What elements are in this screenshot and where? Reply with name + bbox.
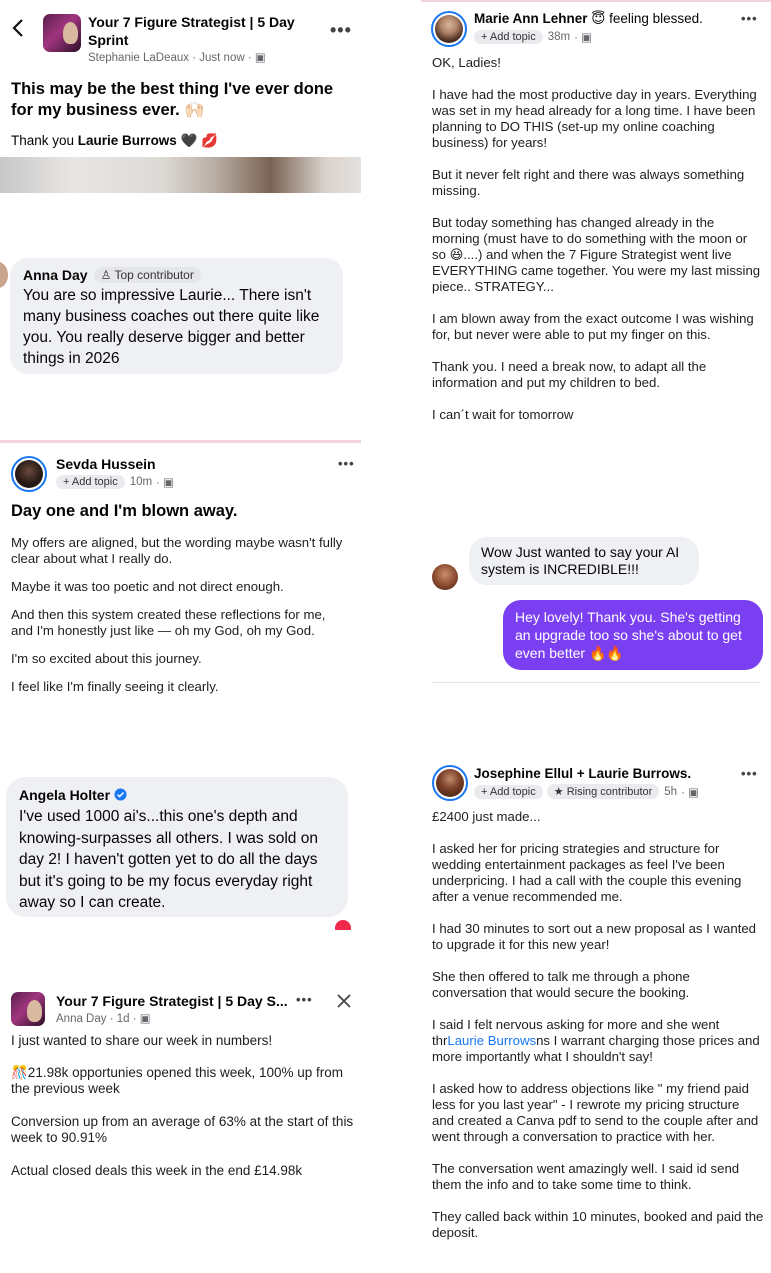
group-title[interactable]: Your 7 Figure Strategist | 5 Day Sprint — [88, 13, 318, 49]
chat-panel: Wow Just wanted to say your AI system is… — [421, 522, 771, 687]
post-author[interactable]: Anna Day — [56, 1013, 107, 1025]
post-panel-marie: Marie Ann Lehner 😇 feeling blessed. + Ad… — [421, 2, 771, 522]
post-paragraph: Conversion up from an average of 63% at … — [11, 1114, 354, 1145]
more-options-icon[interactable]: ••• — [741, 11, 758, 26]
thanks-name[interactable]: Laurie Burrows — [78, 133, 177, 148]
author-name[interactable]: Sevda Hussein — [56, 456, 174, 472]
outgoing-message: Hey lovely! Thank you. She's getting an … — [503, 600, 763, 670]
mention-link[interactable]: Laurie Burrows — [447, 1033, 536, 1048]
add-topic-button[interactable]: + Add topic — [474, 784, 543, 799]
more-options-icon[interactable]: ••• — [330, 20, 352, 41]
sender-avatar[interactable] — [432, 564, 458, 590]
post-paragraph: 🎊21.98k opportunies opened this week, 10… — [11, 1065, 344, 1096]
group-icon: · ▣ — [681, 786, 699, 799]
post-paragraph: But today something has changed already … — [432, 215, 761, 294]
post-paragraph: Actual closed deals this week in the end… — [11, 1163, 303, 1178]
chat-input-edge — [431, 682, 761, 687]
post-paragraph: And then this system created these refle… — [11, 607, 326, 638]
post-photo[interactable] — [0, 157, 361, 193]
author-avatar[interactable] — [431, 11, 467, 47]
add-topic-button[interactable]: + Add topic — [474, 30, 543, 44]
post-heading: Day one and I'm blown away. — [11, 502, 238, 520]
group-icon: · ▣ — [156, 477, 175, 489]
comment-author[interactable]: Angela Holter — [19, 787, 110, 803]
reaction-badge — [335, 920, 351, 930]
post-paragraph: The conversation went amazingly well. I … — [432, 1161, 740, 1192]
incoming-message: Wow Just wanted to say your AI system is… — [469, 537, 699, 585]
top-contributor-badge: ♙ Top contributor — [93, 267, 201, 283]
author-avatar[interactable] — [11, 456, 47, 492]
post-panel-josephine: Josephine Ellul + Laurie Burrows. + Add … — [421, 755, 771, 1273]
post-author[interactable]: Stephanie LaDeaux — [88, 52, 189, 64]
post-paragraph: She then offered to talk me through a ph… — [432, 969, 690, 1000]
group-avatar[interactable] — [43, 14, 81, 52]
post-time: 1d — [116, 1013, 130, 1025]
verified-icon — [114, 786, 127, 804]
post-paragraph: My offers are aligned, but the wording m… — [11, 535, 343, 566]
comment-text: I've used 1000 ai's...this one's depth a… — [19, 808, 318, 911]
group-icon: · ▣ — [132, 1013, 151, 1025]
post-paragraph: £2400 just made... — [432, 809, 541, 824]
post-time: Just now — [199, 52, 245, 64]
feeling-text: 😇 feeling blessed. — [591, 11, 703, 26]
thanks-emoji: 🖤 💋 — [180, 133, 218, 148]
back-arrow-icon[interactable] — [12, 14, 32, 40]
more-options-icon[interactable]: ••• — [338, 456, 355, 471]
post-paragraph: I just wanted to share our week in numbe… — [11, 1033, 273, 1048]
section-divider — [0, 440, 361, 443]
add-topic-button[interactable]: + Add topic — [56, 475, 125, 489]
commenter-avatar[interactable] — [0, 262, 8, 288]
comment-panel-angela: Angela Holter I've used 1000 ai's...this… — [0, 770, 361, 930]
post-paragraph: Maybe it was too poetic and not direct e… — [11, 579, 284, 594]
post-paragraph: Thank you. I need a break now, to adapt … — [432, 359, 707, 390]
post-paragraph: I can´t wait for tomorrow — [432, 407, 574, 422]
post-paragraph: I have had the most productive day in ye… — [432, 87, 757, 150]
author-name[interactable]: Marie Ann Lehner — [474, 11, 588, 26]
comment-author[interactable]: Anna Day — [23, 267, 88, 283]
post-time: 5h — [664, 785, 678, 798]
post-paragraph: I asked how to address objections like "… — [432, 1081, 759, 1144]
post-paragraph: OK, Ladies! — [432, 55, 501, 70]
post-time: 10m — [129, 476, 153, 488]
group-icon: · ▣ — [574, 32, 593, 44]
post-heading: This may be the best thing I've ever don… — [11, 80, 334, 119]
comment-panel-anna: Anna Day ♙ Top contributor You are so im… — [0, 200, 361, 438]
comment-text: You are so impressive Laurie... There is… — [23, 287, 320, 367]
post-paragraph: I said I felt nervous asking for more an… — [432, 1017, 760, 1064]
post-paragraph: I feel like I'm finally seeing it clearl… — [11, 679, 219, 694]
rising-contributor-badge: ★ Rising contributor — [546, 784, 660, 799]
post-paragraph: I had 30 minutes to sort out a new propo… — [432, 921, 757, 952]
comment-bubble: Anna Day ♙ Top contributor You are so im… — [10, 258, 343, 374]
thanks-prefix: Thank you — [11, 133, 78, 148]
more-options-icon[interactable]: ••• — [296, 992, 313, 1007]
more-options-icon[interactable]: ••• — [741, 766, 758, 781]
post-paragraph: They called back within 10 minutes, book… — [432, 1209, 764, 1240]
close-icon[interactable] — [336, 993, 352, 1014]
post-paragraph: I am blown away from the exact outcome I… — [432, 311, 754, 342]
author-name[interactable]: Josephine Ellul + Laurie Burrows. — [474, 766, 754, 781]
group-title[interactable]: Your 7 Figure Strategist | 5 Day S... — [56, 993, 306, 1009]
comment-bubble: Angela Holter I've used 1000 ai's...this… — [6, 777, 348, 917]
post-paragraph: I'm so excited about this journey. — [11, 651, 202, 666]
post-panel-sprint: Your 7 Figure Strategist | 5 Day Sprint … — [0, 0, 361, 200]
post-panel-sevda: Sevda Hussein + Add topic 10m · ▣ ••• Da… — [0, 444, 361, 734]
contributor-icon: ♙ — [100, 268, 112, 282]
author-avatar[interactable] — [432, 765, 468, 801]
post-paragraph: But it never felt right and there was al… — [432, 167, 745, 198]
post-time: 38m — [547, 31, 571, 43]
star-icon: ★ — [553, 786, 564, 798]
group-icon: ▣ — [254, 52, 266, 64]
post-panel-stats: Your 7 Figure Strategist | 5 Day S... An… — [0, 970, 361, 1273]
post-paragraph: I asked her for pricing strategies and s… — [432, 841, 742, 904]
group-avatar[interactable] — [11, 992, 45, 1026]
